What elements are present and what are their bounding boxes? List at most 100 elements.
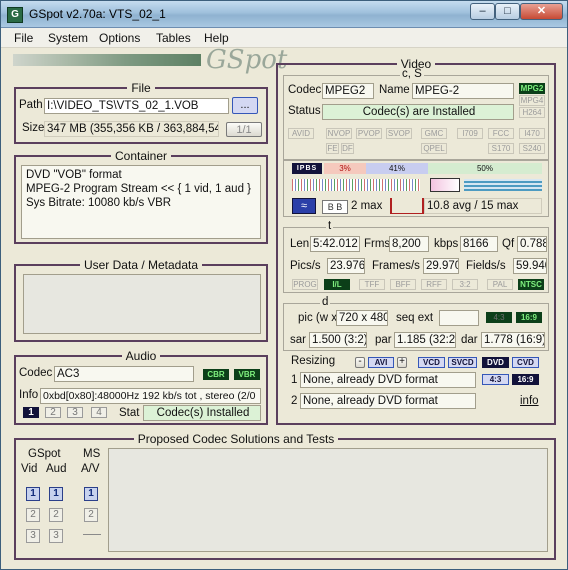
tff-tag: TFF [359,279,385,290]
gspot-label: GSpot [28,448,61,460]
ms-divider [83,534,101,535]
gspot-window: G GSpot v2.70a: VTS_02_1 – □ ✕ File Syst… [0,0,568,570]
aud-solution-1[interactable]: 1 [49,487,63,501]
path-field[interactable]: I:\VIDEO_TS\VTS_02_1.VOB [44,98,229,114]
proposed-group-title: Proposed Codec Solutions and Tests [133,432,339,446]
vid-label: Vid [21,463,38,475]
par-field: 1.185 (32:27 [394,332,456,348]
resize-plus-button[interactable]: + [397,357,407,368]
cvd-button[interactable]: CVD [512,357,539,368]
pct-i-bar: 3% [324,163,366,174]
vid-solution-2[interactable]: 2 [26,508,40,522]
title-bar[interactable]: G GSpot v2.70a: VTS_02_1 – □ ✕ [1,1,567,28]
maximize-button[interactable]: □ [495,3,520,20]
solutions-box [108,448,548,552]
ipbs-tag: IPBS [292,163,322,174]
resize-minus-button[interactable]: - [355,357,365,368]
pal-tag: PAL [487,279,513,290]
audio-stat-label: Stat [119,407,140,419]
seqext-43-tag: 4:3 [486,312,512,323]
page-indicator[interactable]: 1/1 [226,122,262,137]
video-group: Video c, S Codec MPEG2 Name MPEG-2 MPG2 … [276,57,556,425]
frames-field: 29.970 [423,258,459,274]
menu-file[interactable]: File [14,31,33,45]
video-codec-field: MPEG2 [322,83,374,99]
video-status-field: Codec(s) are Installed [322,104,514,120]
audio-codec-label: Codec [19,367,53,379]
menu-options[interactable]: Options [99,31,140,45]
sar-label: sar [290,334,306,346]
audio-stream-1[interactable]: 1 [23,407,39,418]
aud-solution-3[interactable]: 3 [49,529,63,543]
video-bitrate-field: 10.8 avg / 15 max [424,198,542,214]
vcd-button[interactable]: VCD [418,357,445,368]
ms-test-2[interactable]: 2 [84,508,98,522]
vid-solution-3[interactable]: 3 [26,529,40,543]
resize-2-field: None, already DVD format [300,393,476,409]
userdata-box [23,274,261,334]
bframes-value: 2 max [351,200,383,212]
qf-field: 0.788 [517,236,547,252]
menu-system[interactable]: System [48,31,88,45]
minimize-button[interactable]: – [470,3,495,20]
userdata-group: User Data / Metadata [14,258,268,342]
aud-label: Aud [46,463,67,475]
ntsc-tag: NTSC [518,279,544,290]
audio-stream-2[interactable]: 2 [45,407,61,418]
container-info: DVD "VOB" format MPEG-2 Program Stream <… [21,165,261,239]
path-label: Path [19,99,43,111]
transfer-icon [430,178,460,192]
container-group: Container DVD "VOB" format MPEG-2 Progra… [14,149,268,244]
ms-test-1[interactable]: 1 [84,487,98,501]
s170-tag: S170 [488,143,514,154]
qf-label: Qf [502,238,515,250]
avid-tag: AVID [288,128,314,139]
timing-panel: t Len 5:42.012 Frms 8,200 kbps 8166 Qf 0… [283,220,549,293]
app-icon: G [7,7,23,23]
menu-help[interactable]: Help [204,31,229,45]
av-label: A/V [81,463,100,475]
window-title: GSpot v2.70a: VTS_02_1 [29,7,166,21]
frame-pattern [292,179,420,191]
fields-label: Fields/s [466,260,506,272]
resize-169-button[interactable]: 16:9 [512,374,539,385]
info-link[interactable]: info [520,395,539,407]
cbr-tag: CBR [203,369,229,380]
rff-tag: RFF [421,279,447,290]
browse-button[interactable]: ... [232,97,258,114]
menu-tables[interactable]: Tables [156,31,191,45]
i470-tag: I470 [519,128,545,139]
len-label: Len [290,238,310,250]
audio-codec-field: AC3 [54,366,194,382]
dvd-button[interactable]: DVD [482,357,509,368]
frms-label: Frms [364,238,391,250]
audio-stream-4[interactable]: 4 [91,407,107,418]
avi-button[interactable]: AVI [368,357,394,368]
audio-info-label: Info [19,389,39,401]
frms-field: 8,200 [389,236,429,252]
resize-1-field: None, already DVD format [300,372,476,388]
bframe-type-tag: B B [322,200,348,214]
t-label: t [326,220,334,232]
vid-solution-1[interactable]: 1 [26,487,40,501]
size-label: Size [22,122,45,134]
prog-tag: PROG [292,279,318,290]
vbr-tag: VBR [234,369,260,380]
sar-field: 1.500 (3:2) [309,332,367,348]
resize-43-button[interactable]: 4:3 [482,374,509,385]
video-status-label: Status [288,105,321,117]
aud-solution-2[interactable]: 2 [49,508,63,522]
gmc-tag: GMC [421,128,447,139]
audio-group-title: Audio [121,349,161,363]
close-button[interactable]: ✕ [520,3,563,20]
svcd-button[interactable]: SVCD [448,357,477,368]
bff-tag: BFF [390,279,416,290]
container-group-title: Container [110,149,172,163]
interlaced-tag: I/L [324,279,350,290]
resize-1-label: 1 [291,374,298,386]
i709-tag: I709 [457,128,483,139]
gop-panel: IPBS 3% 41% 50% ≈ B B 2 max 10.8 avg / 1… [283,159,549,217]
audio-info-field: 0xbd[0x80]:48000Hz 192 kb/s tot , stereo… [40,388,261,404]
bframes-icon: ≈ [292,198,316,214]
audio-stream-3[interactable]: 3 [67,407,83,418]
